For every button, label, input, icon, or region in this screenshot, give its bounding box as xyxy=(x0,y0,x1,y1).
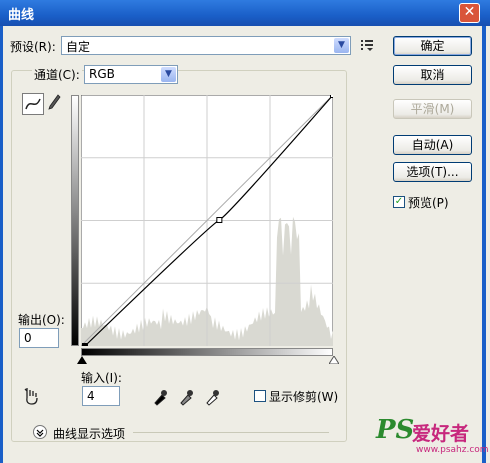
channel-label: 通道(C): xyxy=(32,66,82,83)
smooth-button[interactable]: 平滑(M) xyxy=(393,99,472,119)
curve-graph[interactable] xyxy=(81,95,333,346)
menu-icon[interactable] xyxy=(361,39,375,51)
black-point-slider-icon[interactable] xyxy=(77,356,87,364)
options-button[interactable]: 选项(T)... xyxy=(393,162,472,182)
preview-label: 预览(P) xyxy=(408,196,449,210)
curve-tool-icon xyxy=(25,98,41,110)
output-gradient-bar xyxy=(71,95,79,346)
title-bar: 曲线 ✕ xyxy=(0,0,490,26)
watermark-logo: PS 爱好者 www.psahz.com xyxy=(376,415,489,461)
curve-options-label[interactable]: 曲线显示选项 xyxy=(53,425,125,442)
show-clipping-checkbox[interactable] xyxy=(254,390,266,402)
chevron-down-icon[interactable] xyxy=(33,425,47,439)
input-gradient-bar xyxy=(81,348,333,356)
preview-checkbox[interactable]: ✓ xyxy=(393,196,405,208)
white-eyedropper-icon[interactable] xyxy=(204,388,220,406)
ok-button[interactable]: 确定 xyxy=(393,36,472,56)
watermark-ps: PS xyxy=(376,415,415,445)
watermark-cn: 爱好者 xyxy=(412,423,470,445)
input-field[interactable]: 4 xyxy=(82,386,120,406)
white-point-slider-icon[interactable] xyxy=(329,356,339,364)
curve-point[interactable] xyxy=(81,343,88,347)
show-clipping-label: 显示修剪(W) xyxy=(269,390,339,404)
output-field[interactable]: 0 xyxy=(19,328,59,348)
chevron-down-icon: ▼ xyxy=(334,38,349,53)
curve-point[interactable] xyxy=(330,95,334,98)
gray-eyedropper-icon[interactable] xyxy=(178,388,194,406)
window-title: 曲线 xyxy=(8,8,35,23)
auto-button[interactable]: 自动(A) xyxy=(393,135,472,155)
watermark-url: www.psahz.com xyxy=(416,445,489,455)
preset-value: 自定 xyxy=(66,40,91,54)
cancel-button[interactable]: 取消 xyxy=(393,65,472,85)
preset-select[interactable]: 自定 ▼ xyxy=(61,36,351,55)
input-label: 输入(I): xyxy=(81,371,122,385)
channel-value: RGB xyxy=(89,67,115,81)
hand-icon[interactable] xyxy=(21,386,41,406)
black-eyedropper-icon[interactable] xyxy=(152,388,168,406)
preset-label: 预设(R): xyxy=(10,40,56,54)
output-label: 输出(O): xyxy=(18,313,65,327)
curve-point[interactable] xyxy=(216,217,223,224)
close-button[interactable]: ✕ xyxy=(459,3,480,23)
divider xyxy=(133,432,329,433)
channel-select[interactable]: RGB ▼ xyxy=(84,65,178,84)
pencil-icon[interactable] xyxy=(46,93,62,113)
chevron-down-icon: ▼ xyxy=(161,67,176,82)
curve-tool-button[interactable] xyxy=(22,93,44,115)
